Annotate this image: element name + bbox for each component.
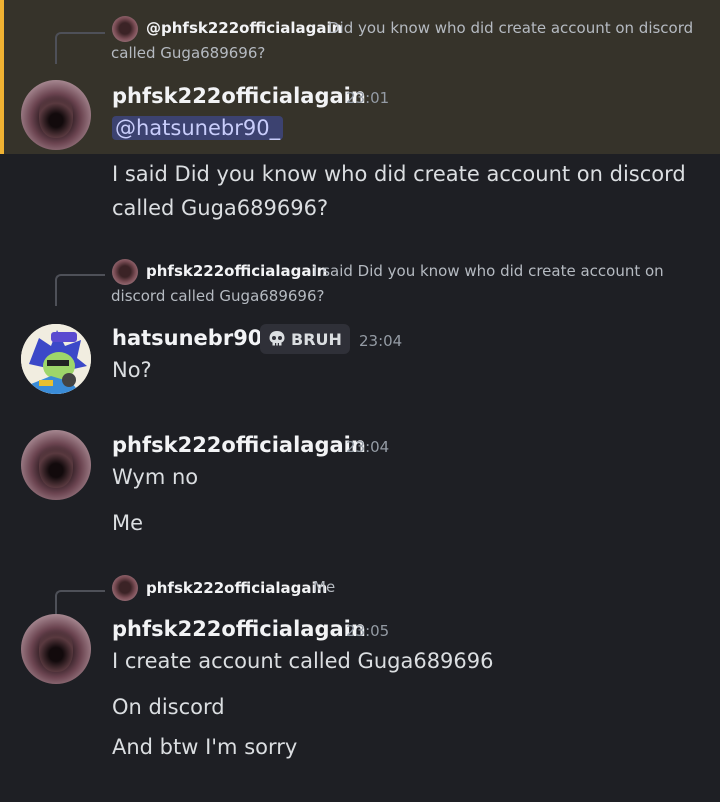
message-content: Me [112, 511, 144, 535]
message-timestamp: 23:05 [346, 622, 390, 640]
message-content: On discord [112, 695, 225, 719]
message-content: called Guga689696? [112, 196, 329, 220]
message-author[interactable]: phfsk222officialagain [112, 433, 366, 457]
message-content: Wym no [112, 465, 199, 489]
reply-preview[interactable]: I said Did you know who did create accou… [313, 262, 664, 280]
reply-preview[interactable]: Me [313, 578, 335, 596]
reply-author[interactable]: phfsk222officialagain [146, 262, 327, 280]
message-timestamp: 23:04 [359, 332, 403, 350]
message-author[interactable]: phfsk222officialagain [112, 84, 366, 108]
reply-connector [55, 274, 105, 306]
message-content: And btw I'm sorry [112, 735, 298, 759]
message-timestamp: 23:01 [346, 89, 390, 107]
skull-icon [269, 331, 285, 346]
user-avatar[interactable] [21, 324, 91, 394]
user-avatar[interactable] [21, 80, 91, 150]
message-author[interactable]: phfsk222officialagain [112, 617, 366, 641]
reply-connector [55, 32, 105, 64]
message-content: I create account called Guga689696 [112, 649, 494, 673]
reply-preview-continued[interactable]: called Guga689696? [111, 44, 265, 62]
anime-avatar-art [21, 324, 91, 394]
user-mention[interactable]: @hatsunebr90_ [112, 116, 284, 140]
reply-preview[interactable]: Did you know who did create account on d… [328, 19, 693, 37]
message-content: @hatsunebr90_ [112, 112, 284, 145]
user-avatar[interactable] [21, 430, 91, 500]
reply-preview-continued[interactable]: discord called Guga689696? [111, 287, 324, 305]
reply-avatar[interactable] [112, 259, 138, 285]
message-author[interactable]: hatsunebr90_ [112, 326, 273, 350]
reply-avatar[interactable] [112, 575, 138, 601]
reply-avatar[interactable] [112, 16, 138, 42]
reply-author[interactable]: phfsk222officialagain [146, 579, 327, 597]
message-content: No? [112, 358, 152, 382]
message-content: I said Did you know who did create accou… [112, 162, 686, 186]
message-timestamp: 23:04 [346, 438, 390, 456]
user-avatar[interactable] [21, 614, 91, 684]
guild-tag-label: BRUH [291, 329, 342, 349]
reply-author[interactable]: @phfsk222officialagain [146, 19, 342, 37]
guild-tag-badge[interactable]: BRUH [260, 324, 350, 354]
